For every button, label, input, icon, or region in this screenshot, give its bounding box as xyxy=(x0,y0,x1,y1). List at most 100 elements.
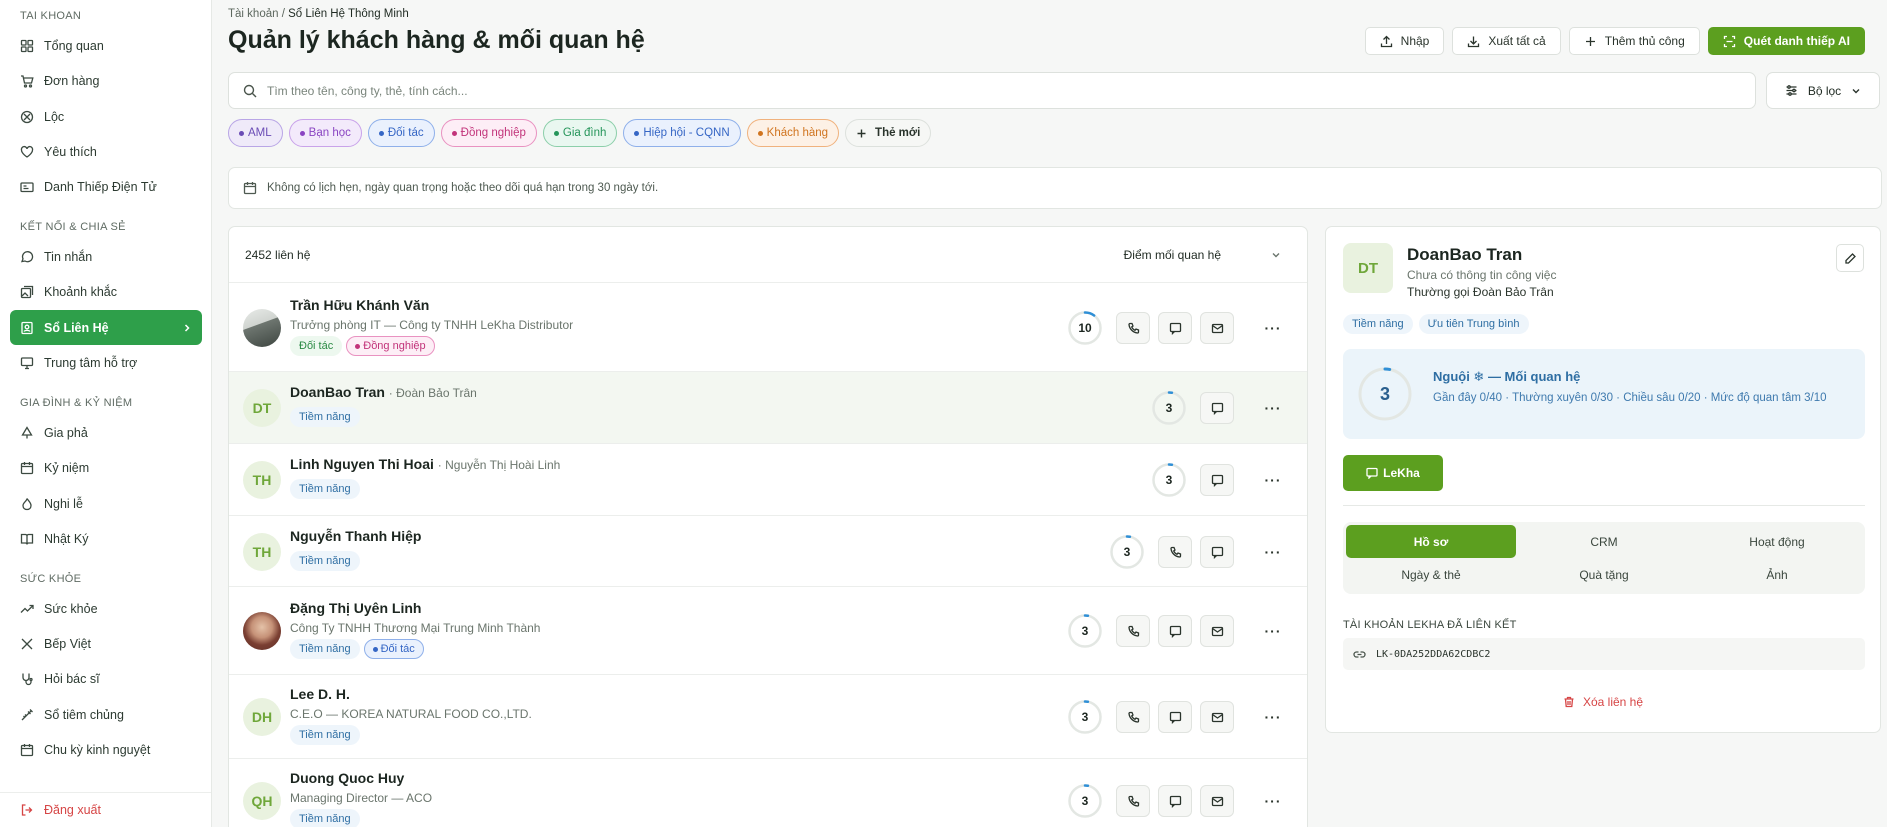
call-button[interactable] xyxy=(1116,312,1150,344)
tag-chip[interactable]: Bạn học xyxy=(288,119,362,147)
sidebar-item-favorites[interactable]: Yêu thích xyxy=(0,134,211,169)
sidebar-item-diary[interactable]: Nhật Ký xyxy=(0,521,211,556)
search-bar xyxy=(228,72,1756,109)
email-button[interactable] xyxy=(1200,615,1234,647)
scan-card-ai-button[interactable]: Quét danh thiếp AI xyxy=(1707,27,1865,55)
tab-photos[interactable]: Ảnh xyxy=(1692,558,1862,591)
tab-gifts[interactable]: Quà tặng xyxy=(1519,558,1689,591)
sidebar-item-label: Sức khỏe xyxy=(44,601,98,616)
export-all-button[interactable]: Xuất tất cả xyxy=(1452,27,1561,55)
chat-icon xyxy=(1211,474,1224,487)
sidebar-item-overview[interactable]: Tổng quan xyxy=(0,28,211,63)
avatar xyxy=(243,309,281,347)
sidebar-item-loc[interactable]: Lộc xyxy=(0,99,211,134)
message-button[interactable] xyxy=(1200,536,1234,568)
detail-tag: Ưu tiên Trung bình xyxy=(1418,314,1529,334)
tag-chip[interactable]: Gia đình xyxy=(542,119,618,147)
dot-icon xyxy=(553,130,559,136)
avatar: DT xyxy=(243,389,281,427)
sidebar-item-ask-doctor[interactable]: Hỏi bác sĩ xyxy=(0,661,211,696)
contact-row[interactable]: Trần Hữu Khánh Văn Trưởng phòng IT — Côn… xyxy=(229,284,1307,372)
call-button[interactable] xyxy=(1116,785,1150,817)
add-manual-button[interactable]: Thêm thủ công xyxy=(1568,27,1700,55)
sidebar-item-label: Tin nhắn xyxy=(44,249,93,264)
tag-chip[interactable]: Hiệp hội - CQNN xyxy=(623,119,741,147)
call-button[interactable] xyxy=(1116,701,1150,733)
tag-chip[interactable]: Đồng nghiệp xyxy=(440,119,537,147)
delete-contact-button[interactable]: Xóa liên hệ xyxy=(1326,695,1880,709)
sidebar-item-label: Sổ Liên Hệ xyxy=(44,320,109,335)
sidebar-item-cycle[interactable]: Chu kỳ kinh nguyệt xyxy=(0,732,211,767)
sidebar-item-family-tree[interactable]: Gia phả xyxy=(0,415,211,450)
contact-row[interactable]: Đặng Thị Uyên Linh Công Ty TNHH Thương M… xyxy=(229,587,1307,675)
sidebar-item-contacts[interactable]: Sổ Liên Hệ xyxy=(10,310,202,345)
contact-name: Lee D. H. xyxy=(290,686,350,702)
sidebar-item-messages[interactable]: Tin nhắn xyxy=(0,239,211,274)
contact-tag-label: Tiềm năng xyxy=(299,411,351,423)
chat-lekha-button[interactable]: LeKha xyxy=(1343,455,1443,491)
sidebar-item-moments[interactable]: Khoảnh khắc xyxy=(0,274,211,309)
more-options-icon[interactable]: ··· xyxy=(1263,398,1283,418)
more-options-icon[interactable]: ··· xyxy=(1263,791,1283,811)
edit-button[interactable] xyxy=(1836,244,1864,272)
sidebar-item-kitchen[interactable]: Bếp Việt xyxy=(0,626,211,661)
message-button[interactable] xyxy=(1158,312,1192,344)
card-icon xyxy=(20,180,34,194)
contact-row[interactable]: QH Duong Quoc Huy Managing Director — ACO… xyxy=(229,759,1307,827)
contact-row[interactable]: DT DoanBao Tran · Đoàn Bảo Trân Tiềm năng ·… xyxy=(229,372,1307,444)
message-button[interactable] xyxy=(1158,615,1192,647)
logout-button[interactable]: Đăng xuất xyxy=(0,792,211,827)
dot-icon xyxy=(634,130,640,136)
sidebar-item-health[interactable]: Sức khỏe xyxy=(0,591,211,626)
sidebar-item-label: Bếp Việt xyxy=(44,636,92,651)
logout-icon xyxy=(20,803,34,817)
tag-chip[interactable]: AML xyxy=(228,119,283,147)
sidebar-item-label: Khoảnh khắc xyxy=(44,284,117,299)
tab-crm[interactable]: CRM xyxy=(1519,525,1689,558)
message-button[interactable] xyxy=(1200,392,1234,424)
tab-activity[interactable]: Hoạt động xyxy=(1692,525,1862,558)
tab-dates-tags[interactable]: Ngày & thẻ xyxy=(1346,558,1516,591)
score-value: 3 xyxy=(1081,794,1089,808)
sidebar-item-rituals[interactable]: Nghi lễ xyxy=(0,486,211,521)
new-tag-button[interactable]: Thẻ mới xyxy=(845,119,932,147)
linked-account[interactable]: LK-0DA252DDA62CDBC2 xyxy=(1343,638,1865,670)
sidebar-section-title: GIA ĐÌNH & KỶ NIỆM xyxy=(20,397,133,409)
sort-select[interactable]: Điểm mối quan hệ xyxy=(1124,248,1281,262)
more-options-icon[interactable]: ··· xyxy=(1263,470,1283,490)
cart-icon xyxy=(20,74,34,88)
chat-icon xyxy=(1169,711,1182,724)
tag-chip[interactable]: Đối tác xyxy=(367,119,435,147)
import-button[interactable]: Nhập xyxy=(1364,27,1445,55)
email-button[interactable] xyxy=(1200,785,1234,817)
more-options-icon[interactable]: ··· xyxy=(1263,707,1283,727)
more-options-icon[interactable]: ··· xyxy=(1263,542,1283,562)
filter-button[interactable]: Bộ lọc xyxy=(1766,72,1880,109)
message-button[interactable] xyxy=(1158,701,1192,733)
sidebar-item-ecard[interactable]: Danh Thiếp Điện Tử xyxy=(0,169,211,204)
relationship-score-value: 3 xyxy=(1379,383,1390,404)
contact-tag-label: Tiềm năng xyxy=(299,729,351,741)
email-button[interactable] xyxy=(1200,312,1234,344)
contact-row[interactable]: TH Linh Nguyen Thi Hoai · Nguyễn Thị Hoài… xyxy=(229,444,1307,516)
call-button[interactable] xyxy=(1116,615,1150,647)
breadcrumb-root[interactable]: Tài khoản xyxy=(228,8,279,20)
message-button[interactable] xyxy=(1158,785,1192,817)
contact-row[interactable]: DH Lee D. H. C.E.O — KOREA NATURAL FOOD C… xyxy=(229,675,1307,759)
sidebar-item-vaccination[interactable]: Sổ tiêm chủng xyxy=(0,697,211,732)
more-options-icon[interactable]: ··· xyxy=(1263,621,1283,641)
tag-label: Khách hàng xyxy=(766,127,829,139)
call-button[interactable] xyxy=(1158,536,1192,568)
more-options-icon[interactable]: ··· xyxy=(1263,318,1283,338)
sidebar-item-support[interactable]: Trung tâm hỗ trợ xyxy=(0,345,211,380)
sidebar-item-memories[interactable]: Kỷ niệm xyxy=(0,450,211,485)
contact-row[interactable]: TH Nguyễn Thanh Hiệp Tiềm năng ··· 3 xyxy=(229,516,1307,587)
message-button[interactable] xyxy=(1200,464,1234,496)
tag-chip[interactable]: Khách hàng xyxy=(746,119,840,147)
sidebar-item-orders[interactable]: Đơn hàng xyxy=(0,63,211,98)
download-icon xyxy=(1467,35,1480,48)
email-button[interactable] xyxy=(1200,701,1234,733)
search-input[interactable] xyxy=(267,83,1741,98)
tab-profile[interactable]: Hồ sơ xyxy=(1346,525,1516,558)
contact-tags: Đối tác Đồng nghiệp xyxy=(290,336,435,356)
